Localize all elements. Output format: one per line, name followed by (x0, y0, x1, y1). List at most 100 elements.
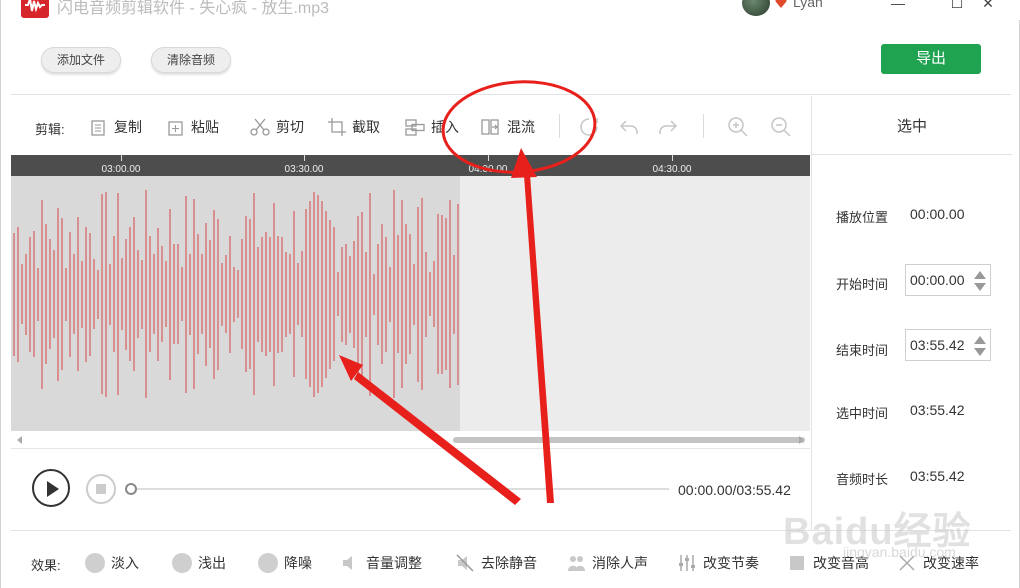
effect-fade-out-button[interactable]: 浅出 (172, 551, 226, 575)
waveform-bar (269, 236, 271, 352)
waveform-bar (161, 246, 163, 342)
crop-button[interactable]: 截取 (327, 116, 380, 138)
panel-title: 选中 (812, 96, 1012, 155)
clear-audio-button[interactable]: 清除音频 (151, 47, 231, 73)
play-position-label: 播放位置 (836, 210, 889, 225)
playback-progress-track[interactable] (131, 488, 669, 490)
effect-volume-button[interactable]: 音量调整 (340, 551, 422, 575)
waveform-bar (445, 218, 447, 370)
title-bar: 闪电音频剪辑软件 - 失心疯 - 放生.mp3 Lyan — ☐ ✕ (1, 0, 1020, 20)
scrollbar-thumb[interactable] (453, 437, 805, 443)
waveform-bar (61, 218, 63, 370)
selection-panel: 选中 播放位置 00:00.00 开始时间 00:00.00 结束时间 03:5… (811, 96, 1012, 530)
spin-up-icon[interactable] (974, 336, 986, 344)
copy-button[interactable]: 复制 (89, 116, 142, 138)
spin-down-icon[interactable] (974, 348, 986, 356)
start-time-stepper[interactable]: 00:00.00 (905, 264, 991, 296)
waveform-bar (381, 224, 383, 364)
waveform-bar (205, 222, 207, 366)
waveform (11, 176, 460, 431)
waveform-bar (433, 261, 435, 327)
waveform-bar (17, 226, 19, 362)
denoise-icon (258, 553, 278, 573)
waveform-bar (441, 214, 443, 374)
waveform-bar (349, 255, 351, 333)
export-button[interactable]: 导出 (881, 44, 981, 74)
spin-down-icon[interactable] (974, 283, 986, 291)
waveform-bar (49, 239, 51, 349)
waveform-bar (289, 254, 291, 334)
maximize-button[interactable]: ☐ (946, 0, 968, 14)
waveform-bar (317, 195, 319, 393)
ruler-tick (488, 155, 489, 161)
effect-remove-silence-button[interactable]: 去除静音 (455, 551, 537, 575)
ruler-tick (672, 155, 673, 161)
paste-button[interactable]: 粘贴 (166, 116, 219, 138)
waveform-area[interactable] (11, 176, 810, 431)
username[interactable]: Lyan (793, 0, 823, 10)
undo-icon[interactable] (618, 116, 640, 138)
waveform-bar (389, 266, 391, 322)
minimize-button[interactable]: — (887, 0, 909, 14)
waveform-bar (65, 267, 67, 321)
play-button[interactable] (32, 469, 70, 507)
waveform-bar (25, 253, 27, 335)
end-time-stepper[interactable]: 03:55.42 (905, 329, 991, 361)
effect-denoise-button[interactable]: 降噪 (258, 551, 312, 575)
waveform-bar (425, 251, 427, 337)
effect-remove-vocals-button[interactable]: 消除人声 (566, 551, 648, 575)
waveform-bar (281, 236, 283, 352)
zoom-in-icon[interactable] (727, 116, 749, 138)
cut-button[interactable]: 剪切 (249, 116, 304, 138)
waveform-bar (301, 251, 303, 337)
effects-label: 效果: (31, 558, 61, 573)
waveform-bar (37, 267, 39, 321)
ruler-tick-label: 03:30.00 (284, 164, 324, 175)
playback-progress-knob[interactable] (125, 483, 137, 495)
scroll-right-icon[interactable] (799, 436, 804, 444)
waveform-bar (309, 201, 311, 387)
loop-icon[interactable] (578, 116, 600, 138)
waveform-bar (217, 218, 219, 370)
timeline-scrollbar[interactable] (11, 431, 810, 449)
waveform-bar (101, 194, 103, 394)
waveform-bar (369, 192, 371, 396)
waveform-bar (277, 235, 279, 353)
effect-label: 消除人声 (592, 555, 648, 571)
waveform-bar (313, 191, 315, 397)
spin-up-icon[interactable] (974, 271, 986, 279)
waveform-bar (305, 209, 307, 379)
waveform-bar (285, 251, 287, 337)
waveform-bar (73, 254, 75, 334)
scroll-left-icon[interactable] (17, 436, 22, 444)
vip-heart-icon (775, 0, 787, 8)
waveform-bar (77, 217, 79, 371)
timeline-ruler[interactable]: 03:00.00 03:30.00 04:00.00 04:30.00 (11, 155, 810, 176)
selected-time-label: 选中时间 (836, 406, 889, 421)
effect-label: 浅出 (198, 555, 226, 571)
mix-button[interactable]: 混流 (480, 116, 535, 138)
waveform-bar (429, 272, 431, 316)
insert-button[interactable]: 插入 (404, 116, 459, 138)
waveform-bar (185, 195, 187, 393)
waveform-bar (373, 273, 375, 315)
selected-time-value: 03:55.42 (910, 402, 965, 418)
waveform-bar (21, 264, 23, 324)
avatar[interactable] (742, 0, 770, 16)
ruler-tick (304, 155, 305, 161)
zoom-out-icon[interactable] (770, 116, 792, 138)
redo-icon[interactable] (657, 116, 679, 138)
crop-icon (328, 118, 346, 136)
stop-button[interactable] (86, 474, 116, 504)
waveform-bar (81, 260, 83, 328)
close-button[interactable]: ✕ (977, 0, 999, 14)
effect-fade-in-button[interactable]: 淡入 (85, 551, 139, 575)
waveform-bar (421, 198, 423, 390)
effect-label: 淡入 (111, 555, 139, 571)
insert-icon (405, 119, 425, 136)
effect-tempo-button[interactable]: 改变节奏 (677, 551, 759, 575)
waveform-bar (109, 263, 111, 325)
add-file-button[interactable]: 添加文件 (41, 47, 121, 73)
duration-label: 音频时长 (836, 472, 889, 487)
waveform-bar (409, 234, 411, 354)
